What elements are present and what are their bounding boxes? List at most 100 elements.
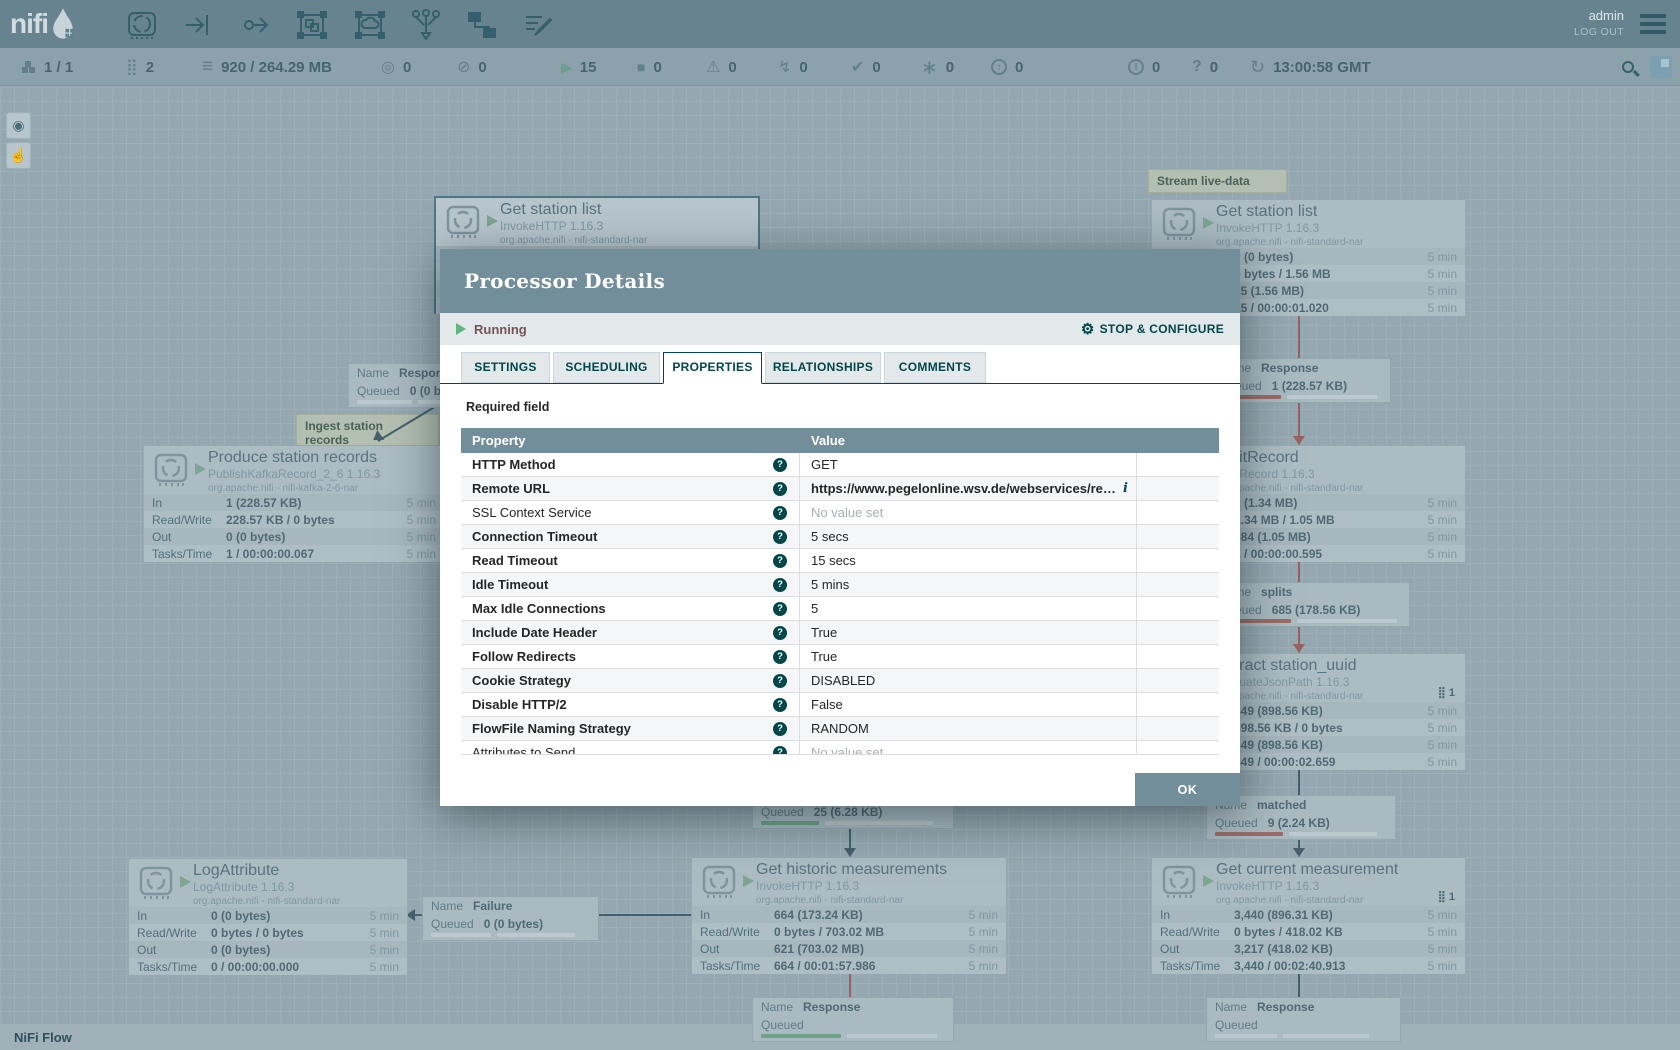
stat-out: 0 (0 bytes) [211, 943, 370, 957]
processor-bundle: org.apache.nifi - nifi-standard-nar [1216, 894, 1398, 907]
connection-response-3[interactable]: NameResponse Queued [752, 997, 954, 1042]
help-icon[interactable]: ? [773, 602, 787, 616]
property-name: Idle Timeout [472, 577, 548, 592]
run-status-icon [487, 215, 498, 227]
help-icon[interactable]: ? [773, 554, 787, 568]
stat-window: 5 min [1428, 250, 1457, 264]
processor-type: PublishKafkaRecord_2_6 1.16.3 [208, 467, 380, 482]
help-icon[interactable]: ? [773, 626, 787, 640]
stat-label: Out [152, 530, 226, 544]
stat-window: 5 min [407, 496, 436, 510]
panel-toggle-icon[interactable] [1650, 56, 1672, 78]
connection-name-word: Name [761, 1000, 793, 1014]
processor-get-current-measurement[interactable]: Get current measurement InvokeHTTP 1.16.… [1151, 857, 1466, 973]
label-tool-icon[interactable] [521, 8, 555, 42]
tab-properties[interactable]: PROPERTIES [663, 352, 762, 384]
connection-queued: 25 (6.28 KB) [814, 805, 883, 819]
property-value: DISABLED [800, 669, 1137, 692]
property-name: Follow Redirects [472, 649, 576, 664]
property-name: Read Timeout [472, 553, 558, 568]
connection-queued-word: Queued [1215, 816, 1258, 830]
cluster-nodes-icon: ⣿ [126, 57, 138, 77]
tab-comments[interactable]: COMMENTS [884, 352, 986, 383]
template-tool-icon[interactable] [465, 8, 499, 42]
stopped-count: 0 [653, 59, 661, 76]
property-row: SSL Context Service? No value set [461, 501, 1219, 525]
stale-count: 0 [1015, 59, 1023, 76]
help-icon[interactable]: ? [773, 578, 787, 592]
property-value: True [800, 645, 1137, 668]
help-icon[interactable]: ? [773, 650, 787, 664]
processor-type: InvokeHTTP 1.16.3 [1216, 221, 1363, 236]
connection-splits[interactable]: Namesplits Queued685 (178.56 KB) [1210, 582, 1410, 627]
global-menu-icon[interactable] [1640, 14, 1666, 34]
processor-icon [446, 205, 480, 244]
processor-log-attribute[interactable]: LogAttribute LogAttribute 1.16.3 org.apa… [128, 858, 408, 974]
connection-failure[interactable]: NameFailure Queued0 (0 bytes) [422, 896, 599, 941]
stat-label: In [700, 908, 774, 922]
help-icon[interactable]: ? [773, 530, 787, 544]
breadcrumb[interactable]: NiFi Flow [14, 1030, 72, 1045]
running-count: 15 [580, 59, 597, 76]
remote-process-group-tool-icon[interactable] [353, 8, 387, 42]
sync-failure-icon: ? [1192, 58, 1202, 76]
processor-name: Get station list [1216, 203, 1363, 221]
help-icon[interactable]: ? [773, 482, 787, 496]
input-port-tool-icon[interactable] [181, 8, 215, 42]
current-user: admin [1574, 8, 1624, 23]
output-port-tool-icon[interactable] [239, 8, 273, 42]
processor-get-historic-measurements[interactable]: Get historic measurements InvokeHTTP 1.1… [691, 857, 1007, 973]
stop-and-configure-button[interactable]: ⚙ STOP & CONFIGURE [1081, 320, 1224, 338]
connection-response-4[interactable]: NameResponse Queued [1206, 997, 1401, 1042]
target-tool-button[interactable]: ◉ [6, 112, 31, 139]
logout-link[interactable]: LOG OUT [1574, 26, 1624, 38]
processor-tool-icon[interactable] [125, 8, 159, 42]
ok-button[interactable]: OK [1135, 773, 1240, 806]
connection-queued: 685 (178.56 KB) [1272, 603, 1361, 617]
processor-name: Get current measurement [1216, 861, 1398, 879]
stat-label: Read/Write [137, 926, 211, 940]
stat-out: 849 (898.56 KB) [1234, 738, 1428, 752]
refresh-icon[interactable]: ↻ [1250, 57, 1265, 78]
tab-settings[interactable]: SETTINGS [461, 352, 550, 383]
process-group-tool-icon[interactable] [295, 8, 329, 42]
stat-window: 5 min [370, 943, 399, 957]
connection-name-word: Name [431, 899, 463, 913]
connection-name: Response [803, 1000, 860, 1014]
help-icon[interactable]: ? [773, 698, 787, 712]
help-icon[interactable]: ? [773, 674, 787, 688]
stat-label: Out [137, 943, 211, 957]
property-row: Remote URL? https://www.pegelonline.wsv.… [461, 477, 1219, 501]
tab-scheduling[interactable]: SCHEDULING [553, 352, 660, 383]
stat-label: Out [700, 942, 774, 956]
help-icon[interactable]: ? [773, 458, 787, 472]
running-icon [456, 323, 466, 335]
canvas-label[interactable]: Stream live-data [1148, 169, 1287, 193]
hand-tool-button[interactable]: ☝ [6, 142, 31, 169]
stat-tasks: 1 / 00:00:00.595 [1234, 547, 1428, 561]
stat-window: 5 min [1428, 925, 1457, 939]
cluster-nodes-count: 2 [146, 59, 154, 76]
disabled-count: 0 [799, 59, 807, 76]
connection-queued: 1 (228.57 KB) [1272, 379, 1347, 393]
tab-relationships[interactable]: RELATIONSHIPS [765, 352, 881, 383]
stat-readwrite: 0 bytes / 703.02 MB [774, 925, 969, 939]
stat-label: In [152, 496, 226, 510]
funnel-tool-icon[interactable] [409, 8, 443, 42]
help-icon[interactable]: ? [773, 746, 787, 756]
stat-readwrite: 228.57 KB / 0 bytes [226, 513, 407, 527]
search-icon[interactable] [1622, 61, 1634, 73]
run-status-icon [180, 876, 191, 888]
processor-type: InvokeHTTP 1.16.3 [500, 219, 647, 234]
info-icon[interactable]: i [1123, 481, 1128, 496]
connection-queued-word: Queued [761, 805, 804, 819]
stat-label: In [137, 909, 211, 923]
processor-icon [1162, 207, 1196, 246]
help-icon[interactable]: ? [773, 722, 787, 736]
property-value: 15 secs [800, 549, 1137, 572]
processor-produce-station-records[interactable]: Produce station records PublishKafkaReco… [143, 445, 445, 561]
help-icon[interactable]: ? [773, 506, 787, 520]
processor-icon [702, 865, 736, 904]
stat-label: Tasks/Time [700, 959, 774, 973]
stat-tasks: 15 / 00:00:01.020 [1234, 301, 1428, 315]
